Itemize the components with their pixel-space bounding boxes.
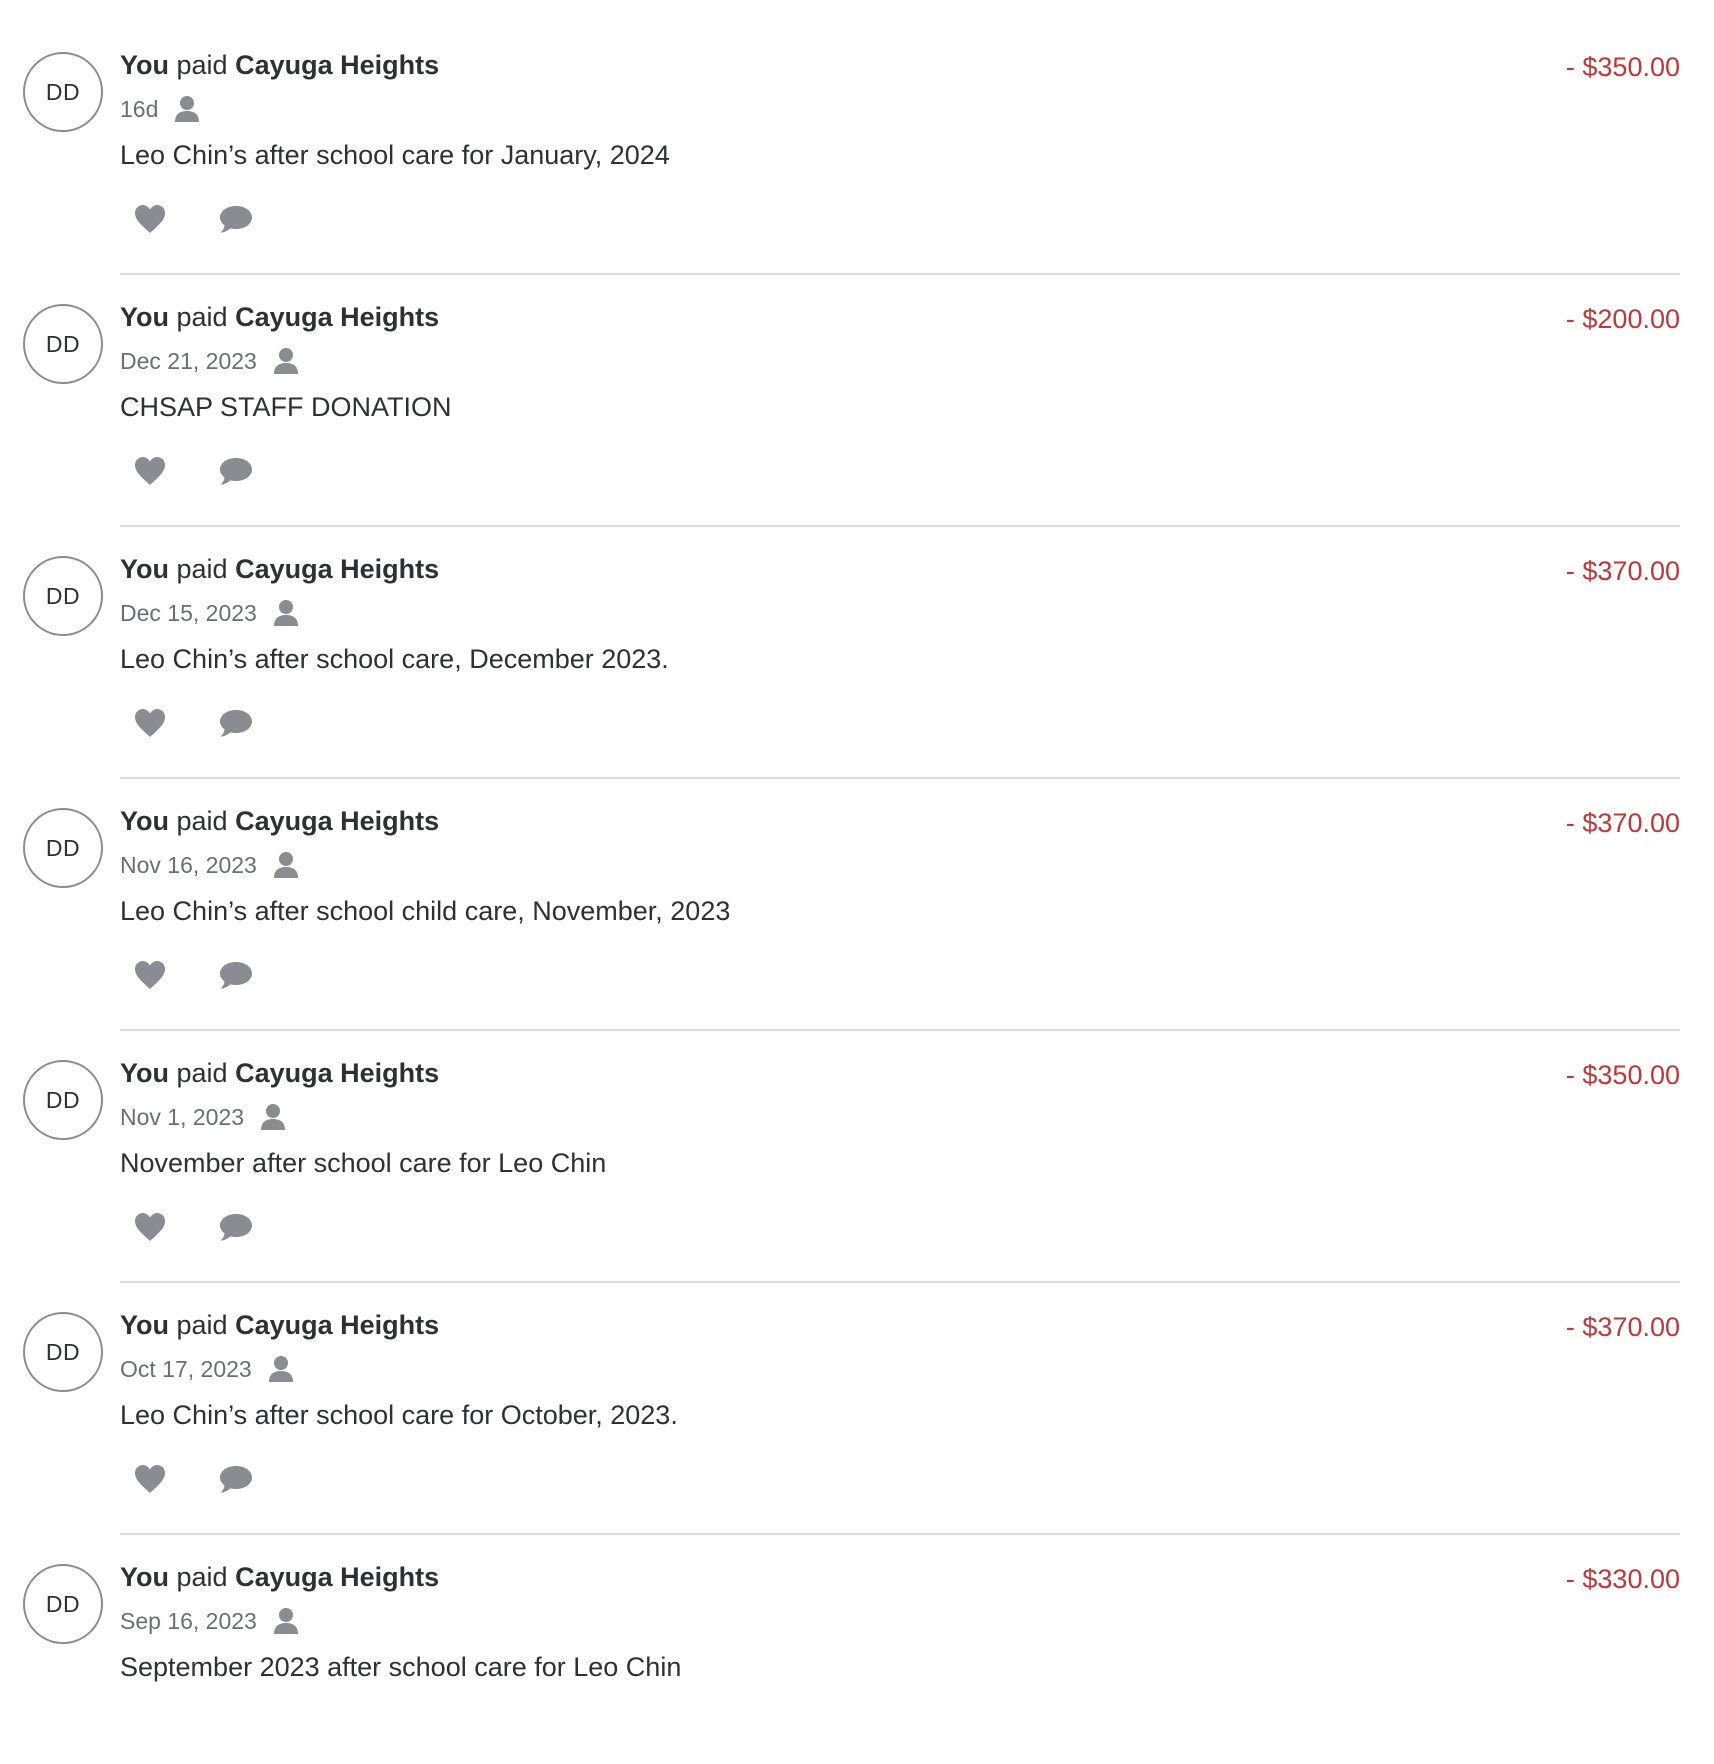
payee-name[interactable]: Cayuga Heights — [235, 50, 439, 80]
transaction-description: September 2023 after school care for Leo… — [120, 1652, 682, 1682]
actor-name: You — [120, 50, 169, 80]
verb-text: paid — [176, 806, 228, 836]
comment-icon[interactable] — [218, 202, 254, 236]
person-icon — [174, 95, 200, 123]
transaction-description: Leo Chin’s after school child care, Nove… — [120, 896, 731, 926]
transaction-amount: - $370.00 — [1565, 808, 1680, 838]
avatar[interactable]: DD — [23, 808, 103, 888]
transaction-item: DD You paid Cayuga Heights Oct 17, 2023 … — [0, 1260, 1714, 1535]
avatar[interactable]: DD — [23, 52, 103, 132]
transaction-meta: Nov 16, 2023 — [120, 850, 299, 880]
transaction-meta: Dec 21, 2023 — [120, 346, 299, 376]
transaction-meta: Oct 17, 2023 — [120, 1354, 294, 1384]
verb-text: paid — [176, 1562, 228, 1592]
transaction-amount: - $200.00 — [1565, 304, 1680, 334]
actor-name: You — [120, 806, 169, 836]
verb-text: paid — [176, 554, 228, 584]
transaction-item: DD You paid Cayuga Heights Dec 15, 2023 … — [0, 504, 1714, 779]
payee-name[interactable]: Cayuga Heights — [235, 1058, 439, 1088]
transaction-title: You paid Cayuga Heights — [120, 804, 439, 838]
heart-icon[interactable] — [132, 202, 168, 236]
transaction-actions — [132, 202, 254, 236]
transaction-title: You paid Cayuga Heights — [120, 1056, 439, 1090]
transaction-item: DD You paid Cayuga Heights 16d Leo Chin’… — [0, 0, 1714, 275]
verb-text: paid — [176, 302, 228, 332]
transaction-actions — [132, 1210, 254, 1244]
person-icon — [268, 1355, 294, 1383]
transaction-meta: 16d — [120, 94, 200, 124]
avatar[interactable]: DD — [23, 1564, 103, 1644]
transaction-actions — [132, 958, 254, 992]
heart-icon[interactable] — [132, 1210, 168, 1244]
transaction-item: DD You paid Cayuga Heights Sep 16, 2023 … — [0, 1512, 1714, 1764]
transaction-description: CHSAP STAFF DONATION — [120, 392, 452, 422]
transaction-amount: - $370.00 — [1565, 1312, 1680, 1342]
person-icon — [273, 347, 299, 375]
transaction-date[interactable]: Nov 1, 2023 — [120, 1104, 244, 1131]
transaction-title: You paid Cayuga Heights — [120, 552, 439, 586]
transaction-date[interactable]: 16d — [120, 96, 158, 123]
transaction-description: Leo Chin’s after school care, December 2… — [120, 644, 669, 674]
comment-icon[interactable] — [218, 958, 254, 992]
transaction-meta: Sep 16, 2023 — [120, 1606, 299, 1636]
person-icon — [273, 1607, 299, 1635]
payee-name[interactable]: Cayuga Heights — [235, 1562, 439, 1592]
actor-name: You — [120, 554, 169, 584]
avatar[interactable]: DD — [23, 1060, 103, 1140]
avatar[interactable]: DD — [23, 1312, 103, 1392]
transaction-description: Leo Chin’s after school care for October… — [120, 1400, 678, 1430]
transaction-date[interactable]: Sep 16, 2023 — [120, 1608, 257, 1635]
comment-icon[interactable] — [218, 706, 254, 740]
comment-icon[interactable] — [218, 1462, 254, 1496]
comment-icon[interactable] — [218, 1210, 254, 1244]
avatar[interactable]: DD — [23, 304, 103, 384]
transaction-title: You paid Cayuga Heights — [120, 48, 439, 82]
transaction-feed: DD You paid Cayuga Heights 16d Leo Chin’… — [0, 0, 1714, 1686]
transaction-meta: Dec 15, 2023 — [120, 598, 299, 628]
person-icon — [260, 1103, 286, 1131]
transaction-amount: - $350.00 — [1565, 52, 1680, 82]
transaction-item: DD You paid Cayuga Heights Nov 1, 2023 N… — [0, 1008, 1714, 1283]
transaction-date[interactable]: Nov 16, 2023 — [120, 852, 257, 879]
transaction-description: Leo Chin’s after school care for January… — [120, 140, 670, 170]
payee-name[interactable]: Cayuga Heights — [235, 806, 439, 836]
heart-icon[interactable] — [132, 958, 168, 992]
transaction-item: DD You paid Cayuga Heights Dec 21, 2023 … — [0, 252, 1714, 527]
actor-name: You — [120, 1310, 169, 1340]
actor-name: You — [120, 1058, 169, 1088]
person-icon — [273, 599, 299, 627]
actor-name: You — [120, 1562, 169, 1592]
transaction-actions — [132, 454, 254, 488]
transaction-actions — [132, 706, 254, 740]
comment-icon[interactable] — [218, 454, 254, 488]
actor-name: You — [120, 302, 169, 332]
verb-text: paid — [176, 1058, 228, 1088]
payee-name[interactable]: Cayuga Heights — [235, 302, 439, 332]
heart-icon[interactable] — [132, 454, 168, 488]
verb-text: paid — [176, 1310, 228, 1340]
transaction-amount: - $330.00 — [1565, 1564, 1680, 1594]
transaction-title: You paid Cayuga Heights — [120, 1308, 439, 1342]
heart-icon[interactable] — [132, 1462, 168, 1496]
payee-name[interactable]: Cayuga Heights — [235, 1310, 439, 1340]
verb-text: paid — [176, 50, 228, 80]
transaction-meta: Nov 1, 2023 — [120, 1102, 286, 1132]
person-icon — [273, 851, 299, 879]
transaction-date[interactable]: Dec 15, 2023 — [120, 600, 257, 627]
transaction-title: You paid Cayuga Heights — [120, 300, 439, 334]
transaction-actions — [132, 1462, 254, 1496]
payee-name[interactable]: Cayuga Heights — [235, 554, 439, 584]
transaction-title: You paid Cayuga Heights — [120, 1560, 439, 1594]
transaction-amount: - $370.00 — [1565, 556, 1680, 586]
transaction-amount: - $350.00 — [1565, 1060, 1680, 1090]
transaction-date[interactable]: Dec 21, 2023 — [120, 348, 257, 375]
heart-icon[interactable] — [132, 706, 168, 740]
avatar[interactable]: DD — [23, 556, 103, 636]
transaction-date[interactable]: Oct 17, 2023 — [120, 1356, 252, 1383]
transaction-description: November after school care for Leo Chin — [120, 1148, 607, 1178]
transaction-item: DD You paid Cayuga Heights Nov 16, 2023 … — [0, 756, 1714, 1031]
